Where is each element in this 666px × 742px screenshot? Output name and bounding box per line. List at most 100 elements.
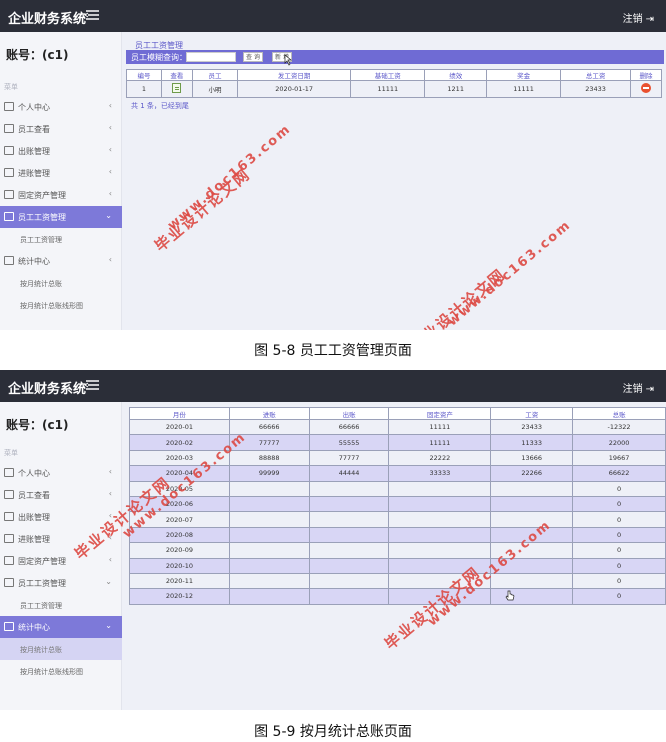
column-header: 月份 (129, 407, 230, 420)
caption-figure-5-9: 图 5-9 按月统计总账页面 (254, 724, 412, 740)
view-cell (160, 80, 193, 98)
cell-income (228, 557, 310, 574)
cell-income (228, 526, 310, 544)
main-content: 月份 进账 出账 固定资产 工资 总账 2020-01 66666 66666 111… (123, 402, 666, 710)
delete-icon[interactable] (641, 83, 652, 93)
cell-total: 0 (572, 526, 666, 544)
table-row: 2020-10 0 (129, 557, 666, 574)
folder-icon (4, 212, 14, 221)
cell-month: 2020-10 (129, 557, 230, 574)
column-header: 发工资日期 (237, 69, 352, 81)
sidebar-subitem-monthly-ledger[interactable]: 按月统计总账 (0, 272, 122, 294)
cell-month: 2020-11 (129, 572, 230, 590)
cell-assets: 11111 (388, 418, 492, 436)
folder-icon (4, 256, 14, 265)
column-header: 奖金 (486, 69, 562, 81)
app-title: 企业财务系统 (8, 382, 87, 397)
table-header-row: 编号 查看 员工 发工资日期 基础工资 绩效 奖金 总工资 删除 (126, 69, 662, 81)
folder-icon (4, 146, 14, 155)
cell-assets: 11111 (388, 434, 492, 451)
account-label: 账号：(c1) (6, 48, 69, 62)
cell-date: 2020-01-17 (237, 80, 352, 98)
sidebar-item-salary-management[interactable]: 员工工资管理 ⌄ (0, 572, 122, 594)
cell-expense (308, 495, 390, 513)
cell-expense: 66666 (308, 418, 390, 436)
delete-cell (630, 80, 662, 98)
sidebar-item-personal-center[interactable]: 个人中心 ‹ (0, 462, 122, 484)
cell-income (228, 572, 310, 590)
cell-salary (490, 495, 574, 513)
cell-assets: 33333 (388, 465, 492, 482)
cell-total: 19667 (572, 449, 666, 467)
sidebar-item-income-management[interactable]: 进账管理 ‹ (0, 162, 122, 184)
table-row: 2020-07 0 (129, 511, 666, 528)
cell-assets: 22222 (388, 449, 492, 467)
cell-income: 88888 (228, 449, 310, 467)
table-row: 2020-12 0 (129, 588, 666, 605)
sidebar-subitem-monthly-ledger[interactable]: 按月统计总账 (0, 638, 122, 660)
logout-icon: ⇥ (645, 384, 654, 395)
sidebar-subitem-salary-management[interactable]: 员工工资管理 (0, 228, 122, 250)
sidebar: 账号：(c1) 菜单 个人中心 ‹ 员工查看 ‹ 出账管理 ‹ 进账管理 ‹ 固定资产管… (0, 402, 122, 710)
sidebar-subitem-monthly-ledger-chart[interactable]: 按月统计总账线形图 (0, 660, 122, 682)
cell-month: 2020-12 (129, 588, 230, 605)
cell-expense (308, 588, 390, 605)
cell-salary: 11333 (490, 434, 574, 451)
sidebar-item-statistics[interactable]: 统计中心 ⌄ (0, 616, 122, 638)
cell-income (228, 495, 310, 513)
folder-icon (4, 556, 14, 565)
hand-cursor-icon (505, 590, 515, 601)
logout-button[interactable]: 注销 ⇥ (623, 10, 654, 25)
cell-assets (388, 495, 492, 513)
cell-expense (308, 542, 390, 559)
column-header: 员工 (191, 69, 239, 81)
cell-salary: 22266 (490, 465, 574, 482)
sidebar-item-salary-management[interactable]: 员工工资管理 ⌄ (0, 206, 122, 228)
cell-expense: 55555 (308, 434, 390, 451)
logout-button[interactable]: 注销 ⇥ (623, 380, 654, 395)
sidebar-item-fixed-assets[interactable]: 固定资产管理 ‹ (0, 184, 122, 206)
sidebar-item-employee-view[interactable]: 员工查看 ‹ (0, 118, 122, 140)
view-icon[interactable] (172, 83, 182, 93)
sidebar-item-expense-management[interactable]: 出账管理 ‹ (0, 140, 122, 162)
cell-total: 66622 (572, 465, 666, 482)
folder-icon (4, 468, 14, 477)
caption-figure-5-8: 图 5-8 员工工资管理页面 (254, 343, 412, 359)
cell-total: 0 (572, 542, 666, 559)
cell-total: 0 (572, 588, 666, 605)
cell-expense (308, 572, 390, 590)
pagination-info: 共 1 条，已经到尾 (131, 102, 189, 110)
table-row: 2020-11 0 (129, 572, 666, 590)
column-header: 总工资 (560, 69, 632, 81)
app-title: 企业财务系统 (8, 12, 87, 27)
cell-bonus: 11111 (486, 80, 562, 98)
mouse-cursor-icon (284, 54, 292, 66)
cell-expense (308, 526, 390, 544)
chevron-left-icon: ‹ (108, 145, 112, 154)
column-header: 固定资产 (388, 407, 492, 420)
chevron-left-icon: ‹ (108, 101, 112, 110)
cell-income (228, 480, 310, 497)
sidebar-item-fixed-assets[interactable]: 固定资产管理 ‹ (0, 550, 122, 572)
cell-total: 0 (572, 511, 666, 528)
cell-salary (490, 572, 574, 590)
menu-toggle-icon[interactable] (83, 376, 101, 394)
top-bar: 企业财务系统 注销 ⇥ (0, 0, 666, 32)
folder-icon (4, 124, 14, 133)
sidebar-subitem-monthly-ledger-chart[interactable]: 按月统计总账线形图 (0, 294, 122, 316)
menu-toggle-icon[interactable] (83, 6, 101, 24)
folder-icon (4, 168, 14, 177)
cell-base: 11111 (350, 80, 426, 98)
cell-total: -12322 (572, 418, 666, 436)
sidebar-subitem-salary-management[interactable]: 员工工资管理 (0, 594, 122, 616)
cell-assets (388, 511, 492, 528)
table-row: 2020-06 0 (129, 495, 666, 513)
sidebar-item-statistics[interactable]: 统计中心 ‹ (0, 250, 122, 272)
cell-income (228, 542, 310, 559)
sidebar-item-employee-view[interactable]: 员工查看 ‹ (0, 484, 122, 506)
chevron-left-icon: ‹ (108, 255, 112, 264)
search-button[interactable]: 查 询 (243, 52, 263, 62)
search-input[interactable] (186, 52, 236, 62)
sidebar-item-personal-center[interactable]: 个人中心 ‹ (0, 96, 122, 118)
chevron-left-icon: ‹ (108, 123, 112, 132)
